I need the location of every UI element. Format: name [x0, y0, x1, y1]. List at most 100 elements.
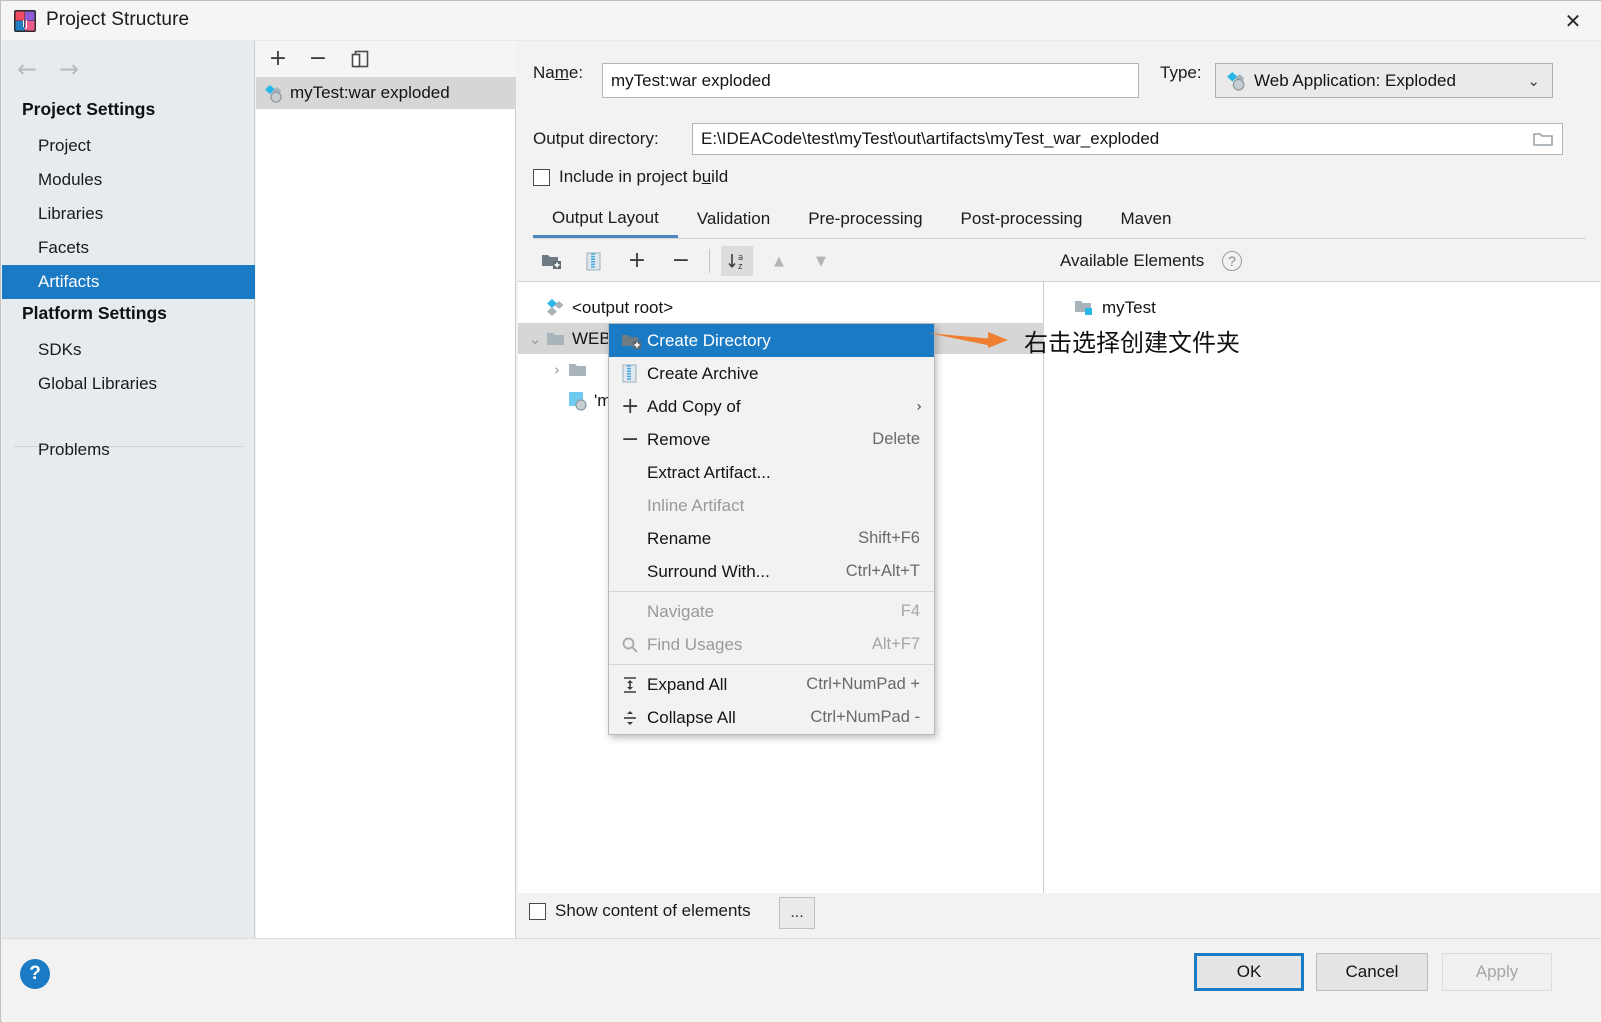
- menu-item-expand-all[interactable]: Expand All Ctrl+NumPad +: [609, 668, 934, 701]
- nav-arrows: ← →: [2, 51, 255, 93]
- menu-item-find-usages: Find Usages Alt+F7: [609, 628, 934, 661]
- triangle-up-icon: ▲: [774, 253, 784, 269]
- tab-maven[interactable]: Maven: [1101, 200, 1190, 238]
- sidebar-item-facets[interactable]: Facets: [2, 231, 255, 265]
- menu-item-remove[interactable]: − Remove Delete: [609, 423, 934, 456]
- menu-item-label: Expand All: [647, 674, 728, 694]
- sidebar-item-modules[interactable]: Modules: [2, 163, 255, 197]
- show-content-of-elements-checkbox[interactable]: Show content of elements: [529, 901, 751, 921]
- minus-icon: −: [621, 426, 640, 452]
- artifact-icon: [1227, 71, 1245, 91]
- output-directory-input[interactable]: E:\IDEACode\test\myTest\out\artifacts\my…: [692, 123, 1540, 155]
- toolbar-divider: [709, 249, 710, 273]
- menu-item-add-copy-of[interactable]: + Add Copy of ›: [609, 390, 934, 423]
- intellij-idea-icon: IJ: [14, 10, 36, 32]
- copy-icon: [351, 50, 369, 67]
- sidebar-item-artifacts[interactable]: Artifacts: [2, 265, 255, 299]
- ok-button[interactable]: OK: [1194, 953, 1304, 991]
- menu-item-label: Add Copy of: [647, 396, 741, 416]
- sidebar-item-project[interactable]: Project: [2, 129, 255, 163]
- expand-all-icon: [621, 674, 647, 696]
- include-in-project-build-label: Include in project build: [559, 167, 729, 186]
- tab-post-processing[interactable]: Post-processing: [942, 200, 1102, 238]
- sidebar-group-platform-settings: Platform Settings: [22, 303, 167, 323]
- sort-az-icon: a z: [728, 253, 743, 271]
- menu-item-shortcut: Ctrl+NumPad -: [810, 708, 920, 726]
- available-elements-label: Available Elements: [1060, 251, 1205, 270]
- settings-sidebar: ← → Project Settings Project Modules Lib…: [2, 41, 255, 938]
- create-directory-icon: [621, 330, 647, 352]
- type-dropdown[interactable]: Web Application: Exploded ⌄: [1215, 63, 1553, 98]
- menu-item-surround-with[interactable]: Surround With... Ctrl+Alt+T: [609, 555, 934, 588]
- menu-item-inline-artifact: Inline Artifact: [609, 489, 934, 522]
- close-icon[interactable]: ✕: [1544, 1, 1601, 41]
- chevron-right-icon[interactable]: ›: [546, 361, 568, 379]
- menu-item-shortcut: Ctrl+Alt+T: [845, 562, 920, 580]
- menu-item-label: Extract Artifact...: [647, 462, 771, 482]
- move-down-button[interactable]: ▼: [805, 246, 837, 276]
- tab-validation[interactable]: Validation: [678, 200, 789, 238]
- module-output-icon: [569, 391, 587, 411]
- apply-button[interactable]: Apply: [1442, 953, 1552, 991]
- menu-item-create-archive[interactable]: Create Archive: [609, 357, 934, 390]
- menu-item-create-directory[interactable]: Create Directory: [609, 324, 934, 357]
- help-icon[interactable]: ?: [1222, 251, 1242, 271]
- sidebar-group-project-settings: Project Settings: [22, 99, 156, 119]
- menu-item-label: Rename: [647, 528, 712, 548]
- artifact-list-item-label: myTest:war exploded: [290, 83, 450, 102]
- title-bar: IJ Project Structure ✕: [1, 1, 1601, 41]
- remove-artifact-button[interactable]: −: [304, 46, 332, 72]
- menu-item-label: Create Archive: [647, 363, 759, 383]
- tab-pre-processing[interactable]: Pre-processing: [789, 200, 941, 238]
- remove-element-button[interactable]: −: [665, 246, 697, 276]
- svg-text:z: z: [738, 262, 743, 271]
- menu-item-shortcut: Alt+F7: [871, 635, 920, 653]
- add-artifact-button[interactable]: +: [264, 46, 292, 72]
- available-element-mytest[interactable]: myTest: [1074, 292, 1156, 323]
- menu-separator: [609, 664, 934, 665]
- tab-output-layout[interactable]: Output Layout: [533, 200, 678, 238]
- artifact-list-item[interactable]: myTest:war exploded: [256, 77, 516, 109]
- menu-item-rename[interactable]: Rename Shift+F6: [609, 522, 934, 555]
- create-archive-button[interactable]: [577, 246, 609, 276]
- move-up-button[interactable]: ▲: [763, 246, 795, 276]
- include-in-project-build-checkbox[interactable]: Include in project build: [533, 167, 728, 187]
- show-content-of-elements-label: Show content of elements: [555, 901, 751, 920]
- chevron-down-icon[interactable]: ⌄: [524, 330, 546, 348]
- create-archive-icon: [621, 363, 647, 385]
- cancel-button[interactable]: Cancel: [1316, 953, 1428, 991]
- minus-icon: −: [308, 46, 328, 71]
- create-archive-icon: [586, 252, 600, 270]
- type-dropdown-value: Web Application: Exploded: [1254, 70, 1456, 90]
- more-options-button[interactable]: ...: [779, 897, 815, 929]
- sidebar-item-libraries[interactable]: Libraries: [2, 197, 255, 231]
- sidebar-item-problems[interactable]: Problems: [2, 433, 255, 467]
- output-directory-label: Output directory:: [533, 129, 659, 148]
- tree-node-label: <output root>: [572, 297, 674, 317]
- menu-item-extract-artifact[interactable]: Extract Artifact...: [609, 456, 934, 489]
- copy-artifact-button[interactable]: [346, 46, 374, 72]
- svg-text:IJ: IJ: [22, 19, 28, 30]
- help-button[interactable]: ?: [20, 959, 50, 989]
- minus-icon: −: [671, 248, 691, 273]
- menu-separator: [609, 591, 934, 592]
- artifact-root-icon: [547, 299, 564, 316]
- menu-item-collapse-all[interactable]: Collapse All Ctrl+NumPad -: [609, 701, 934, 734]
- create-directory-icon: [541, 255, 561, 269]
- name-input[interactable]: myTest:war exploded: [602, 63, 1139, 98]
- sidebar-item-sdks[interactable]: SDKs: [2, 333, 255, 367]
- browse-directory-button[interactable]: [1524, 123, 1563, 155]
- sort-alphabetically-button[interactable]: a z: [721, 246, 753, 276]
- arrow-right-icon[interactable]: →: [59, 57, 79, 81]
- add-element-button[interactable]: +: [621, 246, 653, 276]
- annotation-text: 右击选择创建文件夹: [1024, 329, 1240, 357]
- search-icon: [621, 634, 647, 656]
- menu-item-label: Create Directory: [647, 330, 771, 350]
- editor-tabs: Output Layout Validation Pre-processing …: [533, 201, 1586, 239]
- create-directory-button[interactable]: [535, 246, 567, 276]
- tree-node-child-folder[interactable]: ›: [546, 354, 594, 385]
- menu-item-label: Remove: [647, 429, 711, 449]
- arrow-left-icon[interactable]: ←: [17, 57, 37, 81]
- tree-node-output-root[interactable]: <output root>: [524, 292, 673, 323]
- sidebar-item-global-libraries[interactable]: Global Libraries: [2, 367, 255, 401]
